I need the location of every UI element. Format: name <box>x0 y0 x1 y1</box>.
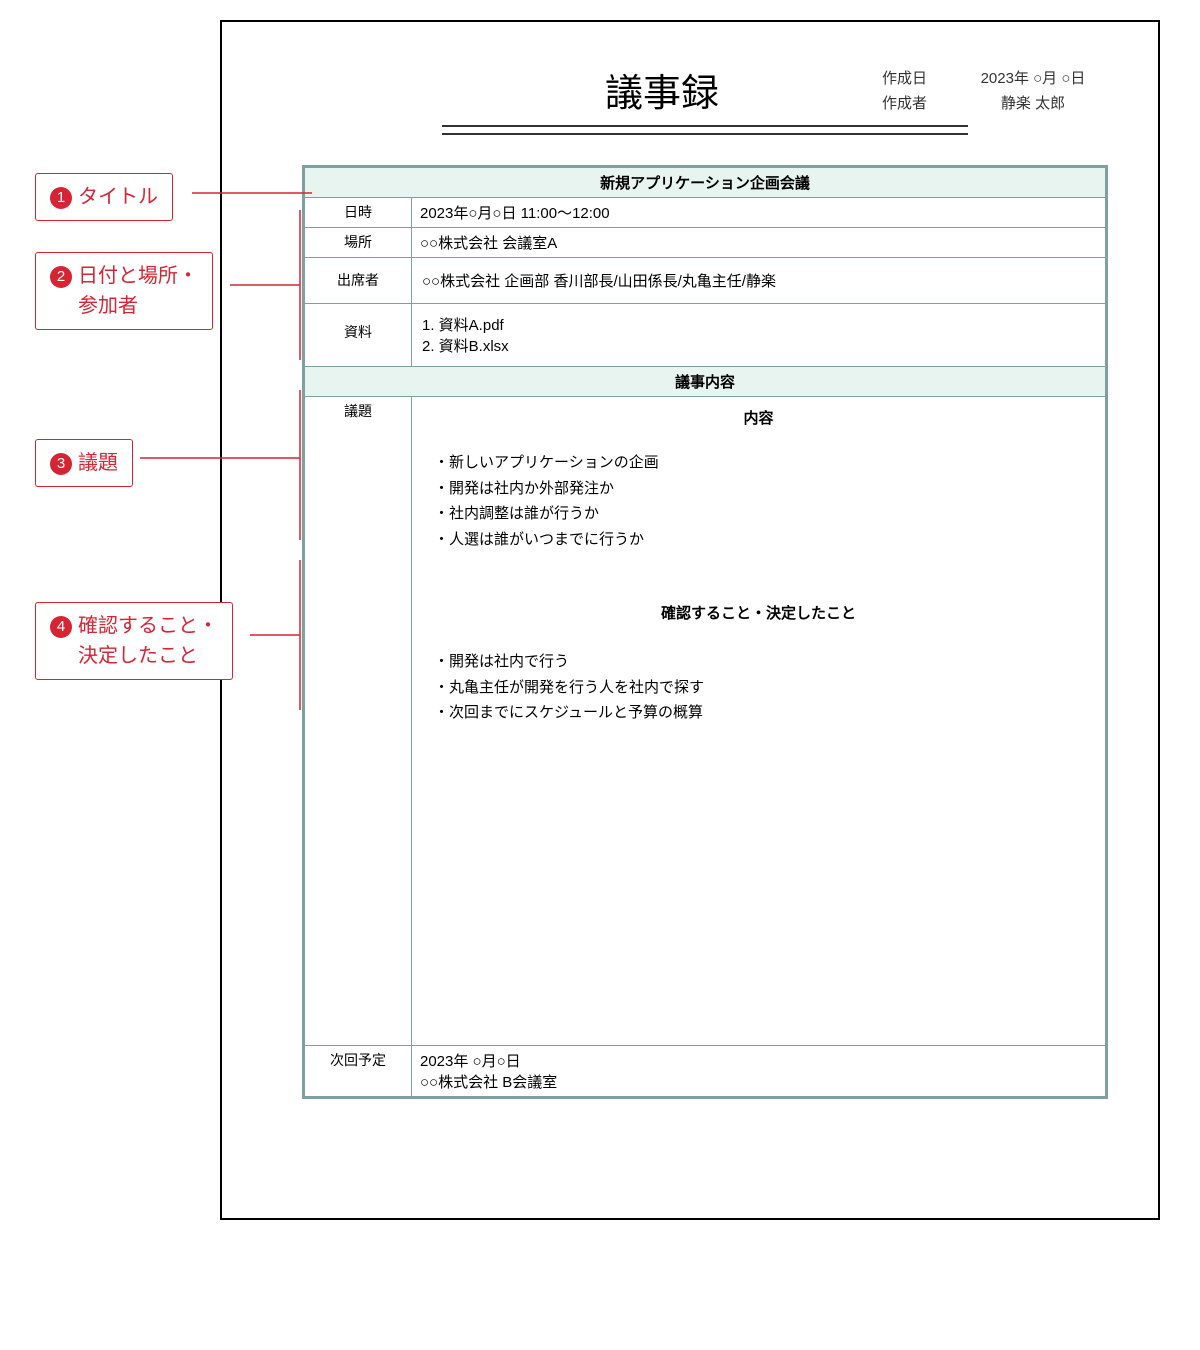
annotation-2-num: 2 <box>50 266 72 288</box>
meta-author-label: 作成者 <box>882 92 934 113</box>
materials-value: 1. 資料A.pdf 2. 資料B.xlsx <box>412 304 1107 367</box>
agenda-items-list: ・新しいアプリケーションの企画 ・開発は社内か外部発注か ・社内調整は誰が行うか… <box>420 444 1097 582</box>
annotation-1: 1 タイトル <box>35 173 173 221</box>
datetime-value: 2023年○月○日 11:00～12:00 <box>412 198 1107 228</box>
annotation-2-text1: 日付と場所・ <box>78 265 198 287</box>
attendees-value: ○○株式会社 企画部 香川部長/山田係長/丸亀主任/静楽 <box>412 258 1107 304</box>
annotation-3-num: 3 <box>50 453 72 475</box>
meeting-title-cell: 新規アプリケーション企画会議 <box>304 167 1107 198</box>
confirm-item: ・次回までにスケジュールと予算の概算 <box>434 700 1097 726</box>
next-value: 2023年 ○月○日 ○○株式会社 B会議室 <box>412 1046 1107 1098</box>
annotation-1-num: 1 <box>50 187 72 209</box>
confirm-item: ・開発は社内で行う <box>434 649 1097 675</box>
place-label: 場所 <box>304 228 412 258</box>
annotation-4-num: 4 <box>50 616 72 638</box>
title-underline <box>442 125 968 135</box>
annotation-4: 4 確認すること・ 決定したこと <box>35 602 233 680</box>
datetime-label: 日時 <box>304 198 412 228</box>
confirm-heading: 確認すること・決定したこと <box>420 582 1097 643</box>
next-label: 次回予定 <box>304 1046 412 1098</box>
materials-label: 資料 <box>304 304 412 367</box>
agenda-item: ・開発は社内か外部発注か <box>434 476 1097 502</box>
agenda-item: ・社内調整は誰が行うか <box>434 501 1097 527</box>
annotation-3: 3 議題 <box>35 439 133 487</box>
confirm-items-list: ・開発は社内で行う ・丸亀主任が開発を行う人を社内で探す ・次回までにスケジュー… <box>420 643 1097 756</box>
meta-date-value: 2023年 ○月 ○日 <box>958 67 1108 88</box>
annotation-1-text: タイトル <box>78 186 158 208</box>
document-title: 議事録 <box>302 62 882 117</box>
annotation-2: 2 日付と場所・ 参加者 <box>35 252 213 330</box>
minutes-page: 議事録 作成日 2023年 ○月 ○日 作成者 静楽 太郎 新規アプリケーション… <box>220 20 1160 1220</box>
annotation-4-text1: 確認すること・ <box>78 615 218 637</box>
annotation-3-text: 議題 <box>78 452 118 474</box>
annotation-2-text2: 参加者 <box>50 295 138 317</box>
agenda-label: 議題 <box>304 397 412 1046</box>
meta-date-label: 作成日 <box>882 67 934 88</box>
confirm-item: ・丸亀主任が開発を行う人を社内で探す <box>434 675 1097 701</box>
meta-author-value: 静楽 太郎 <box>958 92 1108 113</box>
minutes-table: 新規アプリケーション企画会議 日時 2023年○月○日 11:00～12:00 … <box>302 165 1108 1099</box>
agenda-item: ・新しいアプリケーションの企画 <box>434 450 1097 476</box>
content-heading: 内容 <box>420 401 1097 444</box>
agenda-item: ・人選は誰がいつまでに行うか <box>434 527 1097 553</box>
creation-meta: 作成日 2023年 ○月 ○日 作成者 静楽 太郎 <box>882 67 1108 117</box>
agenda-content: 内容 ・新しいアプリケーションの企画 ・開発は社内か外部発注か ・社内調整は誰が… <box>412 397 1107 1046</box>
body-header: 議事内容 <box>304 367 1107 397</box>
annotation-4-text2: 決定したこと <box>50 645 198 667</box>
place-value: ○○株式会社 会議室A <box>412 228 1107 258</box>
attendees-label: 出席者 <box>304 258 412 304</box>
